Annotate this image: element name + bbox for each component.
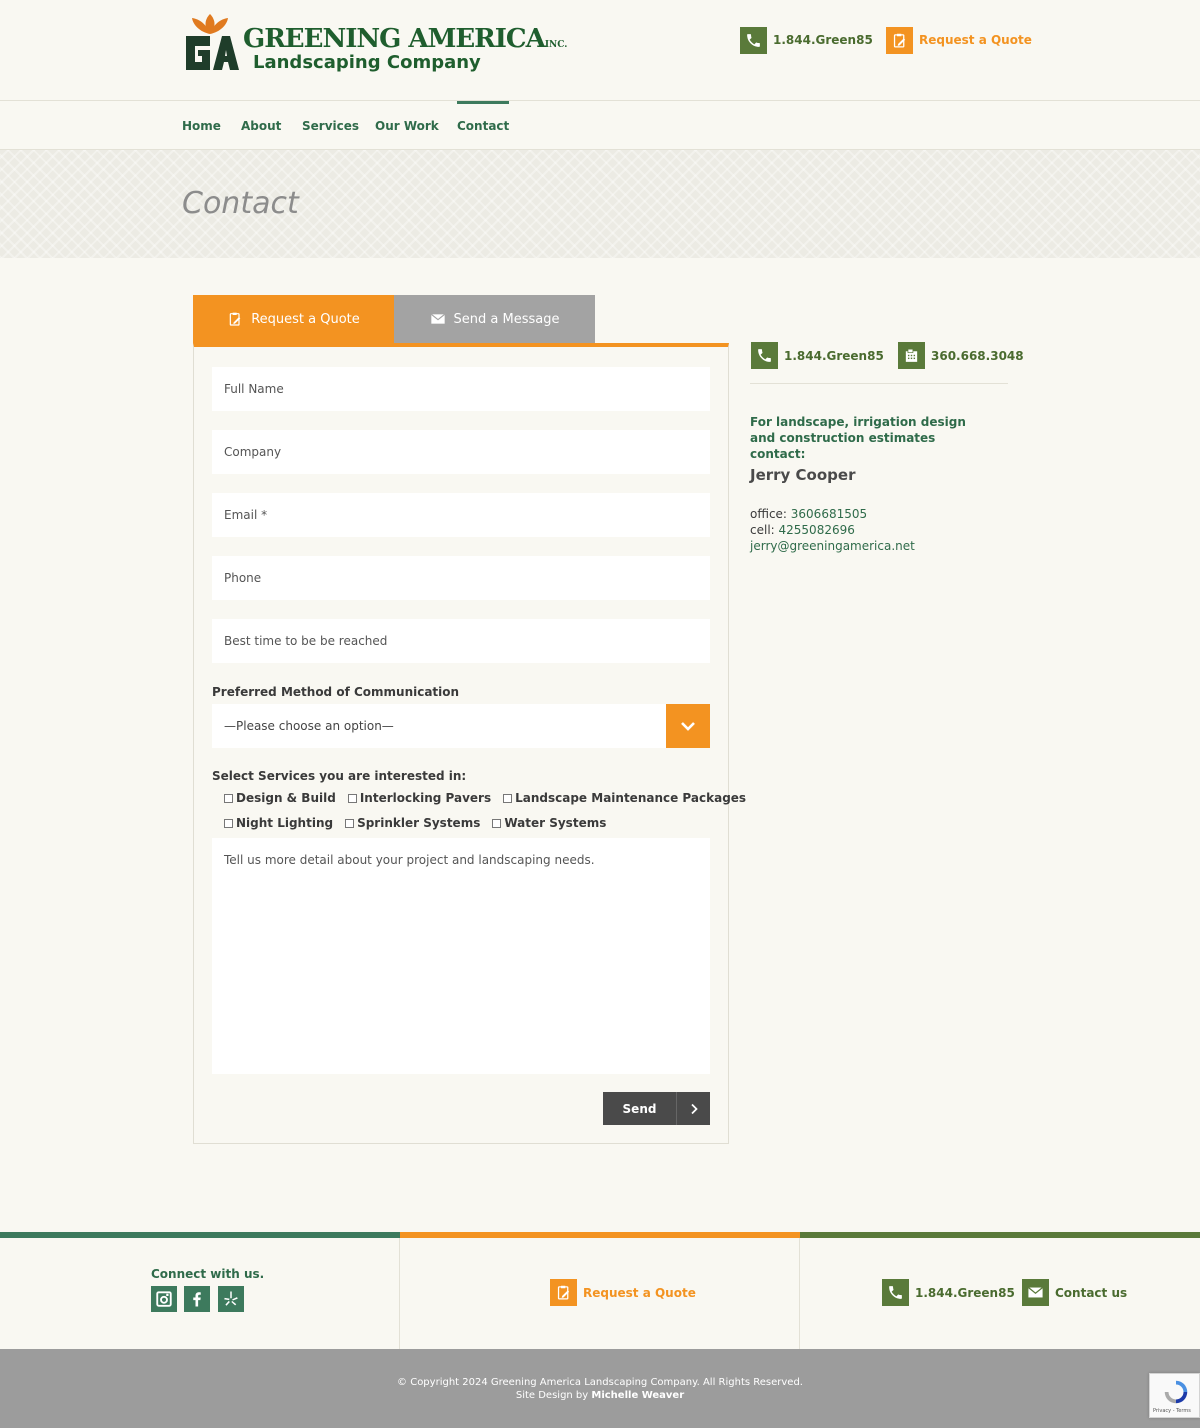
footer-phone-link[interactable]: 1.844.Green85 [882,1279,1015,1306]
checkbox[interactable] [224,793,233,803]
facebook-icon[interactable] [184,1286,210,1312]
chevron-down-icon [681,722,695,731]
nav-services[interactable]: Services [302,101,359,150]
sidebar-fax-label: 360.668.3048 [931,348,1024,363]
service-water-systems[interactable]: Water Systems [492,816,606,830]
designer-link[interactable]: Michelle Weaver [591,1390,684,1401]
nav-contact[interactable]: Contact [457,101,510,150]
dropdown-button[interactable] [666,704,710,748]
tab-send-message[interactable]: Send a Message [394,295,595,343]
instagram-icon[interactable] [151,1286,177,1312]
company-input[interactable]: Company [212,430,710,474]
logo-subtitle: Landscaping Company [253,52,481,73]
service-night-lighting[interactable]: Night Lighting [224,816,333,830]
clipboard-icon [229,312,241,326]
send-button-label: Send [622,1101,657,1116]
best-time-input[interactable]: Best time to be be reached [212,619,710,663]
phone-icon [740,26,767,54]
nav-about[interactable]: About [241,101,281,150]
copyright-text: © Copyright 2024 Greening America Landsc… [397,1377,803,1401]
tab-send-message-label: Send a Message [453,311,560,327]
tab-request-quote-label: Request a Quote [251,311,360,327]
full-name-input[interactable]: Full Name [212,367,710,411]
header-quote-link[interactable]: Request a Quote [886,26,1032,54]
service-landscape-maintenance[interactable]: Landscape Maintenance Packages [503,791,746,805]
sidebar-intro: For landscape, irrigation design and con… [750,415,966,461]
email-input[interactable]: Email * [212,493,710,537]
envelope-icon [1022,1279,1049,1306]
envelope-icon [430,313,445,324]
header-phone-link[interactable]: 1.844.Green85 [740,26,873,54]
office-line: office: 3606681505 [750,507,868,521]
header-quote-label: Request a Quote [919,33,1032,47]
phone-icon [751,342,778,369]
preferred-method-value: —Please choose an option— [224,719,394,733]
recaptcha-icon [1164,1380,1188,1404]
service-interlocking-pavers[interactable]: Interlocking Pavers [347,791,491,805]
phone-icon [882,1279,909,1306]
clipboard-icon [550,1279,577,1306]
page-banner: Contact [0,150,1200,258]
services-row-2: Night Lighting Sprinkler Systems Water S… [224,816,606,830]
sidebar-fax[interactable]: 360.668.3048 [898,342,1024,369]
logo-mark-icon [186,14,239,70]
send-button[interactable]: Send [603,1092,710,1125]
chevron-right-icon [676,1092,710,1125]
project-details-textarea[interactable]: Tell us more detail about your project a… [212,838,710,1074]
checkbox[interactable] [492,818,502,828]
quote-form: Full Name Company Email * Phone Best tim… [193,343,746,1144]
phone-input[interactable]: Phone [212,556,710,600]
checkbox[interactable] [224,818,233,828]
footer-quote-link[interactable]: Request a Quote [550,1279,696,1306]
email-line: jerry@greeningamerica.net [750,539,915,553]
logo-title: GREENING AMERICAINC. [243,24,568,54]
email-link[interactable]: jerry@greeningamerica.net [750,539,915,553]
sidebar-phone-label: 1.844.Green85 [784,348,884,363]
preferred-method-select[interactable]: —Please choose an option— [212,704,710,748]
yelp-icon[interactable] [218,1286,244,1312]
recaptcha-badge[interactable]: Privacy - Terms [1149,1373,1200,1418]
form-tabs: Request a Quote Send a Message [193,295,595,343]
company-logo[interactable]: GREENING AMERICAINC. Landscaping Company [180,10,567,76]
sidebar-phone[interactable]: 1.844.Green85 [751,342,884,369]
connect-label: Connect with us. [151,1267,265,1281]
nav-home[interactable]: Home [182,101,221,150]
footer-quote-label: Request a Quote [583,1285,696,1300]
sidebar-divider [750,383,1008,384]
footer-contact-label: Contact us [1055,1285,1128,1300]
checkbox[interactable] [347,793,357,803]
recaptcha-links[interactable]: Privacy - Terms [1153,1408,1191,1414]
services-label: Select Services you are interested in: [212,769,467,783]
service-design-build[interactable]: Design & Build [224,791,336,805]
footer-contact-link[interactable]: Contact us [1022,1279,1127,1306]
nav-our-work[interactable]: Our Work [375,101,439,150]
checkbox[interactable] [345,818,355,828]
cell-line: cell: 4255082696 [750,523,855,537]
clipboard-icon [886,26,913,54]
service-sprinkler-systems[interactable]: Sprinkler Systems [345,816,480,830]
footer-divider [799,1238,800,1349]
footer-divider [399,1238,400,1349]
main-nav: Home About Services Our Work Contact [0,101,1200,150]
preferred-method-label: Preferred Method of Communication [212,685,460,699]
footer-phone-label: 1.844.Green85 [915,1285,1015,1300]
fax-icon [898,342,925,369]
services-row-1: Design & Build Interlocking Pavers Lands… [224,791,746,805]
tab-request-quote[interactable]: Request a Quote [193,295,394,343]
contact-name: Jerry Cooper [750,466,856,484]
office-phone-link[interactable]: 3606681505 [791,507,867,521]
page-title: Contact [182,186,299,221]
header-phone-label: 1.844.Green85 [773,33,873,47]
top-header: GREENING AMERICAINC. Landscaping Company… [0,0,1200,101]
checkbox[interactable] [503,793,513,803]
cell-phone-link[interactable]: 4255082696 [779,523,855,537]
